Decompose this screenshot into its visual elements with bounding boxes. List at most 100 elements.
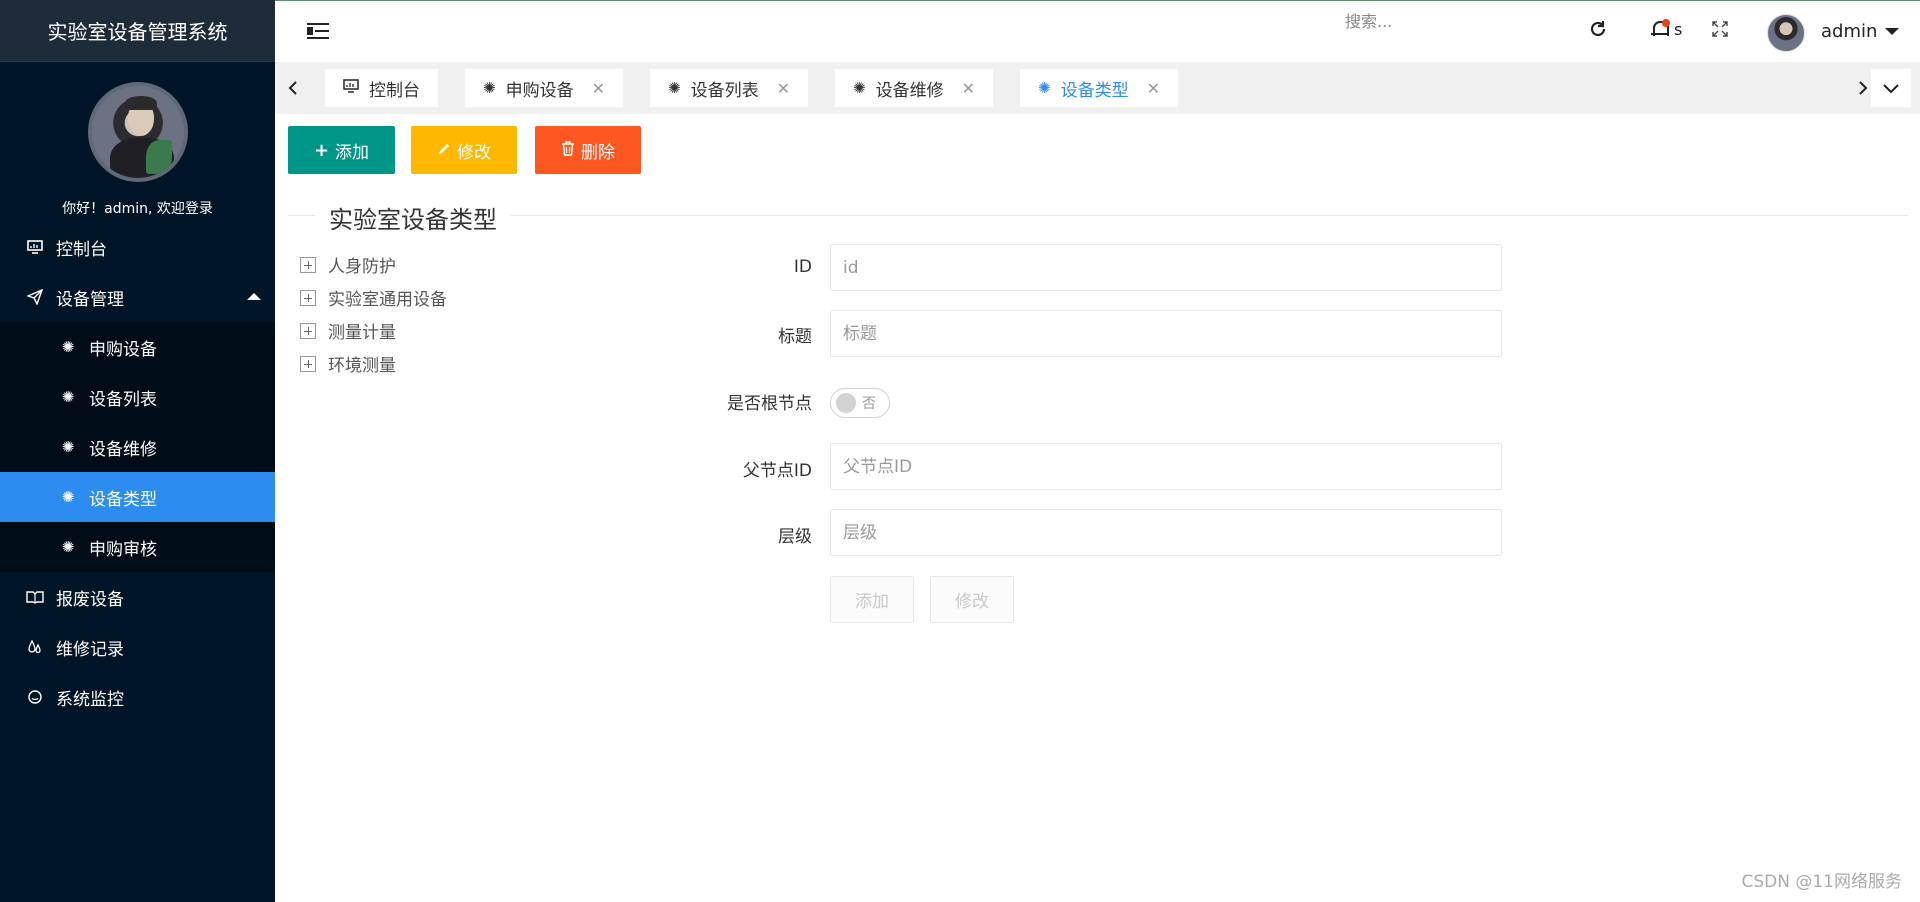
tree-node[interactable]: 环境测量 <box>300 347 447 380</box>
title-field[interactable] <box>830 310 1502 357</box>
palm-icon: ✺ <box>668 79 681 97</box>
tab-label: 控制台 <box>369 80 420 101</box>
tab-label: 设备列表 <box>690 80 759 101</box>
sidebar-item-label: 设备维修 <box>89 439 157 460</box>
delete-button[interactable]: 删除 <box>535 126 641 174</box>
expand-icon[interactable] <box>300 289 316 306</box>
close-icon[interactable]: ✕ <box>1147 79 1160 98</box>
palm-icon: ✺ <box>61 488 75 506</box>
palm-icon: ✺ <box>1038 79 1051 97</box>
close-icon[interactable]: ✕ <box>962 79 975 98</box>
palm-icon: ✺ <box>61 388 75 406</box>
tabs-bar: 控制台 ✺ 申购设备 ✕ ✺ 设备列表 ✕ ✺ 设备维修 ✕ ✺ 设备类型 ✕ <box>275 62 1920 114</box>
avatar[interactable] <box>87 82 188 182</box>
search-input[interactable] <box>1345 7 1505 35</box>
tree-node-label: 人身防护 <box>328 257 396 277</box>
user-menu[interactable]: admin <box>1821 21 1900 42</box>
root-node-label: 是否根节点 <box>727 394 812 414</box>
tree-node[interactable]: 实验室通用设备 <box>300 281 447 314</box>
sidebar-item-dashboard[interactable]: 控制台 <box>0 222 275 272</box>
welcome-text: 你好！admin, 欢迎登录 <box>62 201 213 217</box>
main-content: + 添加 修改 删除 实验室设备类型 人身防护 实验室通用设备 测量计量 环境测… <box>275 114 1920 902</box>
palm-icon: ✺ <box>483 79 496 97</box>
id-label: ID <box>793 257 812 277</box>
sidebar-item-purchase-device[interactable]: ✺ 申购设备 <box>0 322 275 372</box>
level-label: 层级 <box>778 527 812 547</box>
caret-up-icon <box>247 293 261 300</box>
switch-text: 否 <box>862 396 876 412</box>
sidebar-item-system-monitor[interactable]: 系统监控 <box>0 672 275 722</box>
user-name: admin <box>1821 21 1878 42</box>
add-button[interactable]: + 添加 <box>288 126 395 174</box>
expand-icon[interactable] <box>300 256 316 273</box>
tab-label: 申购设备 <box>505 80 574 101</box>
tree-node-label: 测量计量 <box>328 323 396 343</box>
refresh-icon[interactable] <box>1588 19 1608 44</box>
expand-icon[interactable] <box>300 355 316 372</box>
notification-button[interactable]: s <box>1650 19 1682 39</box>
sidebar-item-label: 设备列表 <box>89 389 157 410</box>
fullscreen-icon[interactable] <box>1711 19 1729 43</box>
trash-icon <box>561 140 575 161</box>
tree-node[interactable]: 人身防护 <box>300 248 447 281</box>
sidebar-item-scrapped-devices[interactable]: 报废设备 <box>0 572 275 622</box>
tabs-scroll-left-button[interactable] <box>275 69 311 107</box>
close-icon[interactable]: ✕ <box>592 79 605 98</box>
sidebar-submenu: ✺ 申购设备 ✺ 设备列表 ✺ 设备维修 ✺ 设备类型 ✺ 申购审核 <box>0 322 275 572</box>
tab-device-type[interactable]: ✺ 设备类型 ✕ <box>1020 69 1178 107</box>
pencil-icon <box>437 140 451 161</box>
id-field[interactable] <box>830 244 1502 291</box>
close-icon[interactable]: ✕ <box>777 79 790 98</box>
watermark: CSDN @11网络服务 <box>1741 872 1902 892</box>
parent-id-label: 父节点ID <box>742 461 812 481</box>
palm-icon: ✺ <box>853 79 866 97</box>
form-edit-button[interactable]: 修改 <box>930 576 1014 623</box>
level-field[interactable] <box>830 509 1502 556</box>
expand-icon[interactable] <box>300 322 316 339</box>
tab-label: 设备维修 <box>875 80 944 101</box>
form-add-button[interactable]: 添加 <box>830 576 914 623</box>
chevron-left-icon <box>288 81 297 95</box>
switch-knob <box>836 393 856 413</box>
sidebar-item-label: 系统监控 <box>56 689 124 710</box>
tab-label: 设备类型 <box>1060 80 1129 101</box>
edit-button[interactable]: 修改 <box>411 126 517 174</box>
tab-device-list[interactable]: ✺ 设备列表 ✕ <box>650 69 808 107</box>
palm-icon: ✺ <box>61 538 75 556</box>
sidebar-item-purchase-review[interactable]: ✺ 申购审核 <box>0 522 275 572</box>
parent-id-field[interactable] <box>830 443 1502 490</box>
tab-dashboard[interactable]: 控制台 <box>325 69 438 107</box>
add-button-label: 添加 <box>335 142 370 163</box>
chevron-down-icon <box>1885 28 1900 35</box>
sidebar-item-device-type[interactable]: ✺ 设备类型 <box>0 472 275 522</box>
sidebar-item-label: 维修记录 <box>56 639 124 660</box>
top-header: s admin <box>275 0 1920 62</box>
sidebar-item-device-repair[interactable]: ✺ 设备维修 <box>0 422 275 472</box>
menu-toggle-icon[interactable] <box>307 21 329 41</box>
sidebar-item-label: 设备类型 <box>89 489 157 510</box>
sidebar-item-repair-records[interactable]: 维修记录 <box>0 622 275 672</box>
tree-node[interactable]: 测量计量 <box>300 314 447 347</box>
sidebar-item-label: 申购审核 <box>89 539 157 560</box>
section-divider <box>288 215 1908 216</box>
sidebar-item-device-list[interactable]: ✺ 设备列表 <box>0 372 275 422</box>
drops-icon <box>24 639 46 655</box>
root-node-switch[interactable]: 否 <box>830 388 890 418</box>
palm-icon: ✺ <box>61 438 75 456</box>
sidebar: 实验室设备管理系统 你好！admin, 欢迎登录 控制台 设备管理 ✺ 申购设备 <box>0 0 275 902</box>
avatar[interactable] <box>1767 14 1805 52</box>
notification-count: s <box>1674 19 1683 39</box>
sidebar-item-label: 申购设备 <box>89 339 157 360</box>
tabs-more-button[interactable] <box>1871 69 1911 107</box>
tree-node-label: 环境测量 <box>328 356 396 376</box>
sidebar-item-device-management[interactable]: 设备管理 <box>0 272 275 322</box>
tab-purchase-device[interactable]: ✺ 申购设备 ✕ <box>465 69 623 107</box>
monitor-icon <box>343 79 359 97</box>
sidebar-user-panel: 你好！admin, 欢迎登录 <box>0 62 275 222</box>
tree-node-label: 实验室通用设备 <box>328 290 447 310</box>
tab-device-repair[interactable]: ✺ 设备维修 ✕ <box>835 69 993 107</box>
chevron-right-icon <box>1859 81 1868 95</box>
sidebar-item-label: 报废设备 <box>56 589 124 610</box>
edit-button-label: 修改 <box>457 142 491 163</box>
send-icon <box>24 289 46 305</box>
